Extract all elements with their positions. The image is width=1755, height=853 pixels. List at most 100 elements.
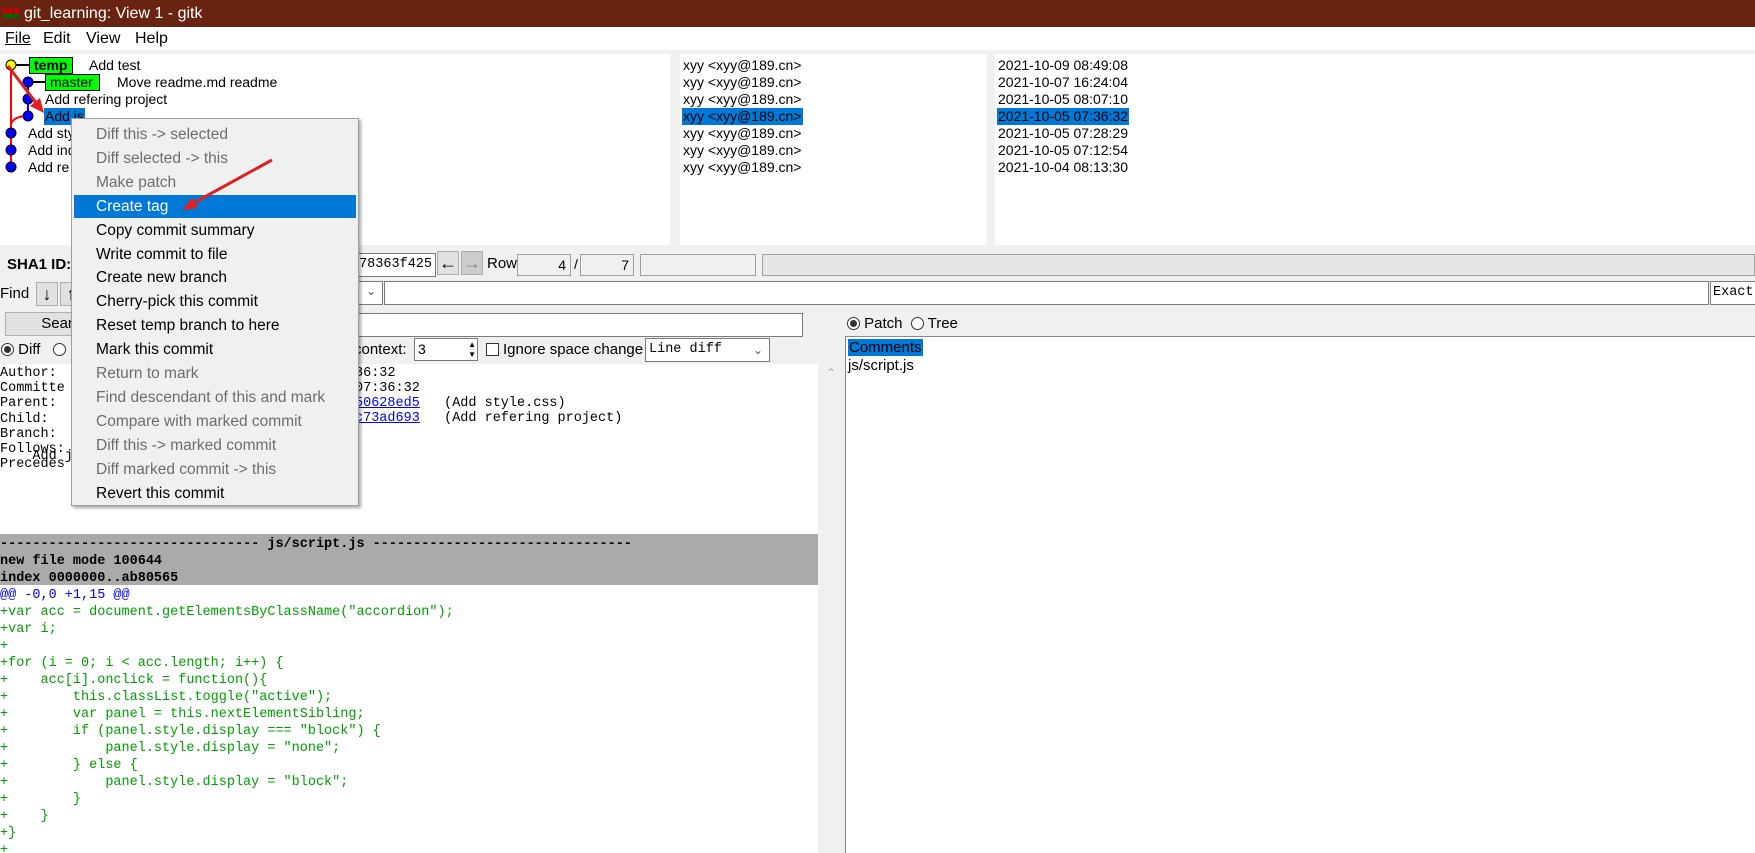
commit-subject[interactable]: Add sty bbox=[28, 125, 75, 142]
row-total: 7 bbox=[580, 254, 634, 276]
patch-radio[interactable] bbox=[847, 317, 860, 330]
diff-added-line: + bbox=[0, 639, 9, 654]
diff-scrollbar[interactable]: ⌃ bbox=[820, 364, 844, 853]
commit-date: 2021-10-05 07:12:54 bbox=[998, 142, 1128, 158]
diff-mode-select[interactable]: Line diff ⌄ bbox=[645, 338, 770, 362]
menu-edit[interactable]: Edit bbox=[43, 27, 71, 50]
tree-radio[interactable] bbox=[910, 317, 924, 330]
diff-radio[interactable] bbox=[1, 343, 14, 356]
menu-view[interactable]: View bbox=[86, 27, 120, 50]
commit-message: Add js bbox=[0, 449, 82, 464]
row-current: 4 bbox=[517, 254, 571, 276]
diff-added-line: + } bbox=[0, 792, 82, 807]
diff-added-line: + } bbox=[0, 809, 49, 824]
menu-item-write-commit-to-file[interactable]: Write commit to file bbox=[74, 243, 356, 266]
diff-file-header: -------------------------------- js/scri… bbox=[0, 537, 632, 552]
file-list-item[interactable]: js/script.js bbox=[848, 357, 914, 374]
menu-file[interactable]: File bbox=[5, 27, 31, 50]
ignore-space-label[interactable]: Ignore space change bbox=[503, 341, 643, 358]
diff-label[interactable]: Diff bbox=[18, 341, 40, 358]
diff-added-line: + bbox=[0, 843, 9, 853]
diff-meta-line: new file mode 100644 bbox=[0, 554, 163, 569]
tag-master[interactable]: master bbox=[45, 74, 100, 91]
diff-added-line: +for (i = 0; i < acc.length; i++) { bbox=[0, 656, 284, 671]
commit-author: xyy <xyy@189.cn> bbox=[683, 142, 802, 158]
diff-added-line: + panel.style.display = "none"; bbox=[0, 741, 341, 756]
find-input[interactable] bbox=[384, 281, 1709, 305]
find-next-button[interactable]: ↓ bbox=[36, 282, 58, 306]
menu-bar: File Edit View Help bbox=[0, 27, 1755, 50]
spin-arrows-icon[interactable]: ▲ ▼ bbox=[468, 340, 476, 360]
diff-added-line: + } else { bbox=[0, 758, 138, 773]
file-list-pane[interactable]: Comments js/script.js bbox=[845, 336, 1755, 853]
arrow-right-icon: → bbox=[463, 253, 481, 273]
author-pane[interactable]: xyy <xyy@189.cn> xyy <xyy@189.cn> xyy <x… bbox=[680, 54, 987, 245]
commit-author: xyy <xyy@189.cn> bbox=[683, 159, 802, 175]
tag-temp[interactable]: temp bbox=[29, 57, 73, 74]
diff-radio-group: Diff bbox=[1, 341, 66, 358]
commit-dot bbox=[22, 110, 34, 122]
menu-help[interactable]: Help bbox=[135, 27, 168, 50]
commit-date: 2021-10-05 08:07:10 bbox=[998, 91, 1128, 107]
commit-date: 2021-10-07 16:24:04 bbox=[998, 74, 1128, 90]
diff-added-line: +} bbox=[0, 826, 17, 841]
commit-date: 2021-10-05 07:28:29 bbox=[998, 125, 1128, 141]
search-input[interactable] bbox=[300, 313, 803, 337]
menu-item-cherry-pick-this-commit[interactable]: Cherry-pick this commit bbox=[74, 290, 356, 313]
menu-item-reset-temp-branch-to-here[interactable]: Reset temp branch to here bbox=[74, 314, 356, 337]
commit-date: 2021-10-09 08:49:08 bbox=[998, 57, 1128, 73]
commit-dot bbox=[5, 161, 17, 173]
sha1-label: SHA1 ID: bbox=[7, 256, 72, 273]
menu-item-find-descendant-of-this-and-mark[interactable]: Find descendant of this and mark bbox=[74, 386, 356, 409]
menu-item-copy-commit-summary[interactable]: Copy commit summary bbox=[74, 219, 356, 242]
menu-item-compare-with-marked-commit[interactable]: Compare with marked commit bbox=[74, 410, 356, 433]
menu-item-diff-selected-this[interactable]: Diff selected -> this bbox=[74, 147, 356, 170]
diff-added-line: + acc[i].onclick = function(){ bbox=[0, 673, 268, 688]
commit-subject[interactable]: Add refering project bbox=[45, 91, 167, 108]
commit-subject[interactable]: Add test bbox=[89, 57, 140, 74]
patch-label[interactable]: Patch bbox=[864, 315, 902, 332]
date-pane[interactable]: 2021-10-09 08:49:08 2021-10-07 16:24:04 … bbox=[995, 54, 1755, 245]
menu-item-revert-this-commit[interactable]: Revert this commit bbox=[74, 482, 356, 505]
menu-item-mark-this-commit[interactable]: Mark this commit bbox=[74, 338, 356, 361]
chevron-down-icon: ⌄ bbox=[752, 343, 763, 357]
menu-item-diff-this-selected[interactable]: Diff this -> selected bbox=[74, 123, 356, 146]
child-commit-link[interactable]: c73ad693 bbox=[355, 410, 420, 427]
row-separator: / bbox=[574, 256, 578, 272]
back-button[interactable]: ← bbox=[437, 251, 459, 275]
diff-meta-line: index 0000000..ab80565 bbox=[0, 571, 179, 586]
context-menu: Diff this -> selected Diff selected -> th… bbox=[71, 118, 359, 506]
scroll-up-icon[interactable]: ⌃ bbox=[826, 366, 836, 380]
gitk-app-icon bbox=[3, 8, 19, 18]
commit-dot bbox=[22, 76, 34, 88]
arrow-down-icon: ↓ bbox=[42, 284, 52, 304]
diff-hunk-header: @@ -0,0 +1,15 @@ bbox=[0, 588, 130, 603]
file-list-item-selected[interactable]: Comments bbox=[848, 339, 923, 356]
commit-subject[interactable]: Add ind bbox=[28, 142, 75, 159]
commit-author: xyy <xyy@189.cn> bbox=[683, 91, 802, 107]
menu-item-create-tag[interactable]: Create tag bbox=[74, 194, 356, 218]
old-version-radio[interactable] bbox=[52, 343, 66, 356]
tree-label[interactable]: Tree bbox=[928, 315, 958, 332]
commit-date: 2021-10-04 08:13:30 bbox=[998, 159, 1128, 175]
commit-subject[interactable]: Add re bbox=[28, 159, 69, 176]
progress-bar bbox=[762, 254, 1755, 276]
diff-added-line: + var panel = this.nextElementSibling; bbox=[0, 707, 365, 722]
context-label: context: bbox=[354, 341, 407, 358]
menu-item-diff-this-marked-commit[interactable]: Diff this -> marked commit bbox=[74, 434, 356, 457]
menu-item-diff-marked-commit-this[interactable]: Diff marked commit -> this bbox=[74, 458, 356, 481]
find-label: Find bbox=[0, 285, 30, 302]
commit-subject[interactable]: Move readme.md readme bbox=[117, 74, 277, 91]
commit-dot bbox=[5, 127, 17, 139]
forward-button[interactable]: → bbox=[461, 251, 483, 275]
menu-item-return-to-mark[interactable]: Return to mark bbox=[74, 362, 356, 385]
context-spinbox[interactable]: 3 ▲ ▼ bbox=[414, 338, 478, 361]
patch-tree-toggle: Patch Tree bbox=[847, 315, 958, 332]
chevron-down-icon: ⌄ bbox=[365, 284, 376, 298]
menu-item-create-new-branch[interactable]: Create new branch bbox=[74, 266, 356, 289]
commit-author: xyy <xyy@189.cn> bbox=[683, 125, 802, 141]
ignore-space-checkbox[interactable] bbox=[486, 343, 499, 356]
find-mode-select[interactable]: Exact bbox=[1710, 281, 1755, 305]
diff-added-line: + if (panel.style.display === "block") { bbox=[0, 724, 381, 739]
menu-item-make-patch[interactable]: Make patch bbox=[74, 171, 356, 194]
